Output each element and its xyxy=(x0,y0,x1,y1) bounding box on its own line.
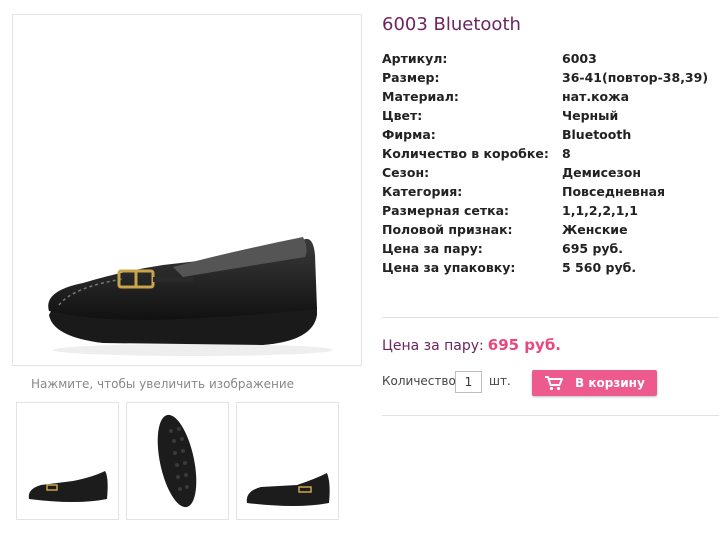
product-main-image[interactable] xyxy=(12,14,362,366)
divider-top xyxy=(382,317,719,318)
spec-value: 8 xyxy=(562,146,571,161)
spec-value: Bluetooth xyxy=(562,127,632,142)
thumbnail-side[interactable] xyxy=(16,402,119,520)
spec-value: 5 560 руб. xyxy=(562,260,637,275)
spec-label: Цена за упаковку: xyxy=(382,260,516,275)
spec-label: Размер: xyxy=(382,70,440,85)
loafer-side-image xyxy=(48,237,333,356)
spec-label: Категория: xyxy=(382,184,463,199)
spec-value: Демисезон xyxy=(562,165,641,180)
divider-bottom xyxy=(382,415,719,416)
add-to-cart-label: В корзину xyxy=(575,376,645,390)
spec-value: Черный xyxy=(562,108,619,123)
spec-label: Артикул: xyxy=(382,51,448,66)
spec-label: Цвет: xyxy=(382,108,423,123)
spec-label: Материал: xyxy=(382,89,459,104)
spec-value: 1,1,2,2,1,1 xyxy=(562,203,638,218)
add-to-cart-button[interactable]: В корзину xyxy=(532,370,657,396)
spec-label: Половой признак: xyxy=(382,222,513,237)
spec-value: 36-41(повтор-38,39) xyxy=(562,70,709,85)
spec-label: Фирма: xyxy=(382,127,436,142)
pair-price-value: 695 руб. xyxy=(487,336,561,354)
zoom-hint: Нажмите, чтобы увеличить изображение xyxy=(31,377,295,391)
quantity-unit: шт. xyxy=(489,374,511,388)
thumbnail-back-angle[interactable] xyxy=(236,402,339,520)
spec-label: Размерная сетка: xyxy=(382,203,510,218)
loafer-thumb-side xyxy=(28,471,108,502)
spec-label: Сезон: xyxy=(382,165,430,180)
product-title: 6003 Bluetooth xyxy=(382,14,521,35)
spec-value: Женские xyxy=(562,222,628,237)
spec-value: 6003 xyxy=(562,51,597,66)
loafer-thumb-sole xyxy=(157,414,197,508)
thumbnail-sole[interactable] xyxy=(126,402,229,520)
quantity-input[interactable] xyxy=(455,371,482,393)
spec-label: Количество в коробке: xyxy=(382,146,549,161)
loafer-thumb-angle xyxy=(246,473,330,506)
spec-value: нат.кожа xyxy=(562,89,630,104)
spec-label: Цена за пару: xyxy=(382,241,483,256)
spec-value: 695 руб. xyxy=(562,241,624,256)
pair-price-label: Цена за пару: xyxy=(382,338,484,354)
shopping-cart-icon xyxy=(544,375,564,394)
quantity-label: Количество xyxy=(382,374,456,388)
spec-value: Повседневная xyxy=(562,184,666,199)
pair-price: Цена за пару: 695 руб. xyxy=(382,336,561,354)
